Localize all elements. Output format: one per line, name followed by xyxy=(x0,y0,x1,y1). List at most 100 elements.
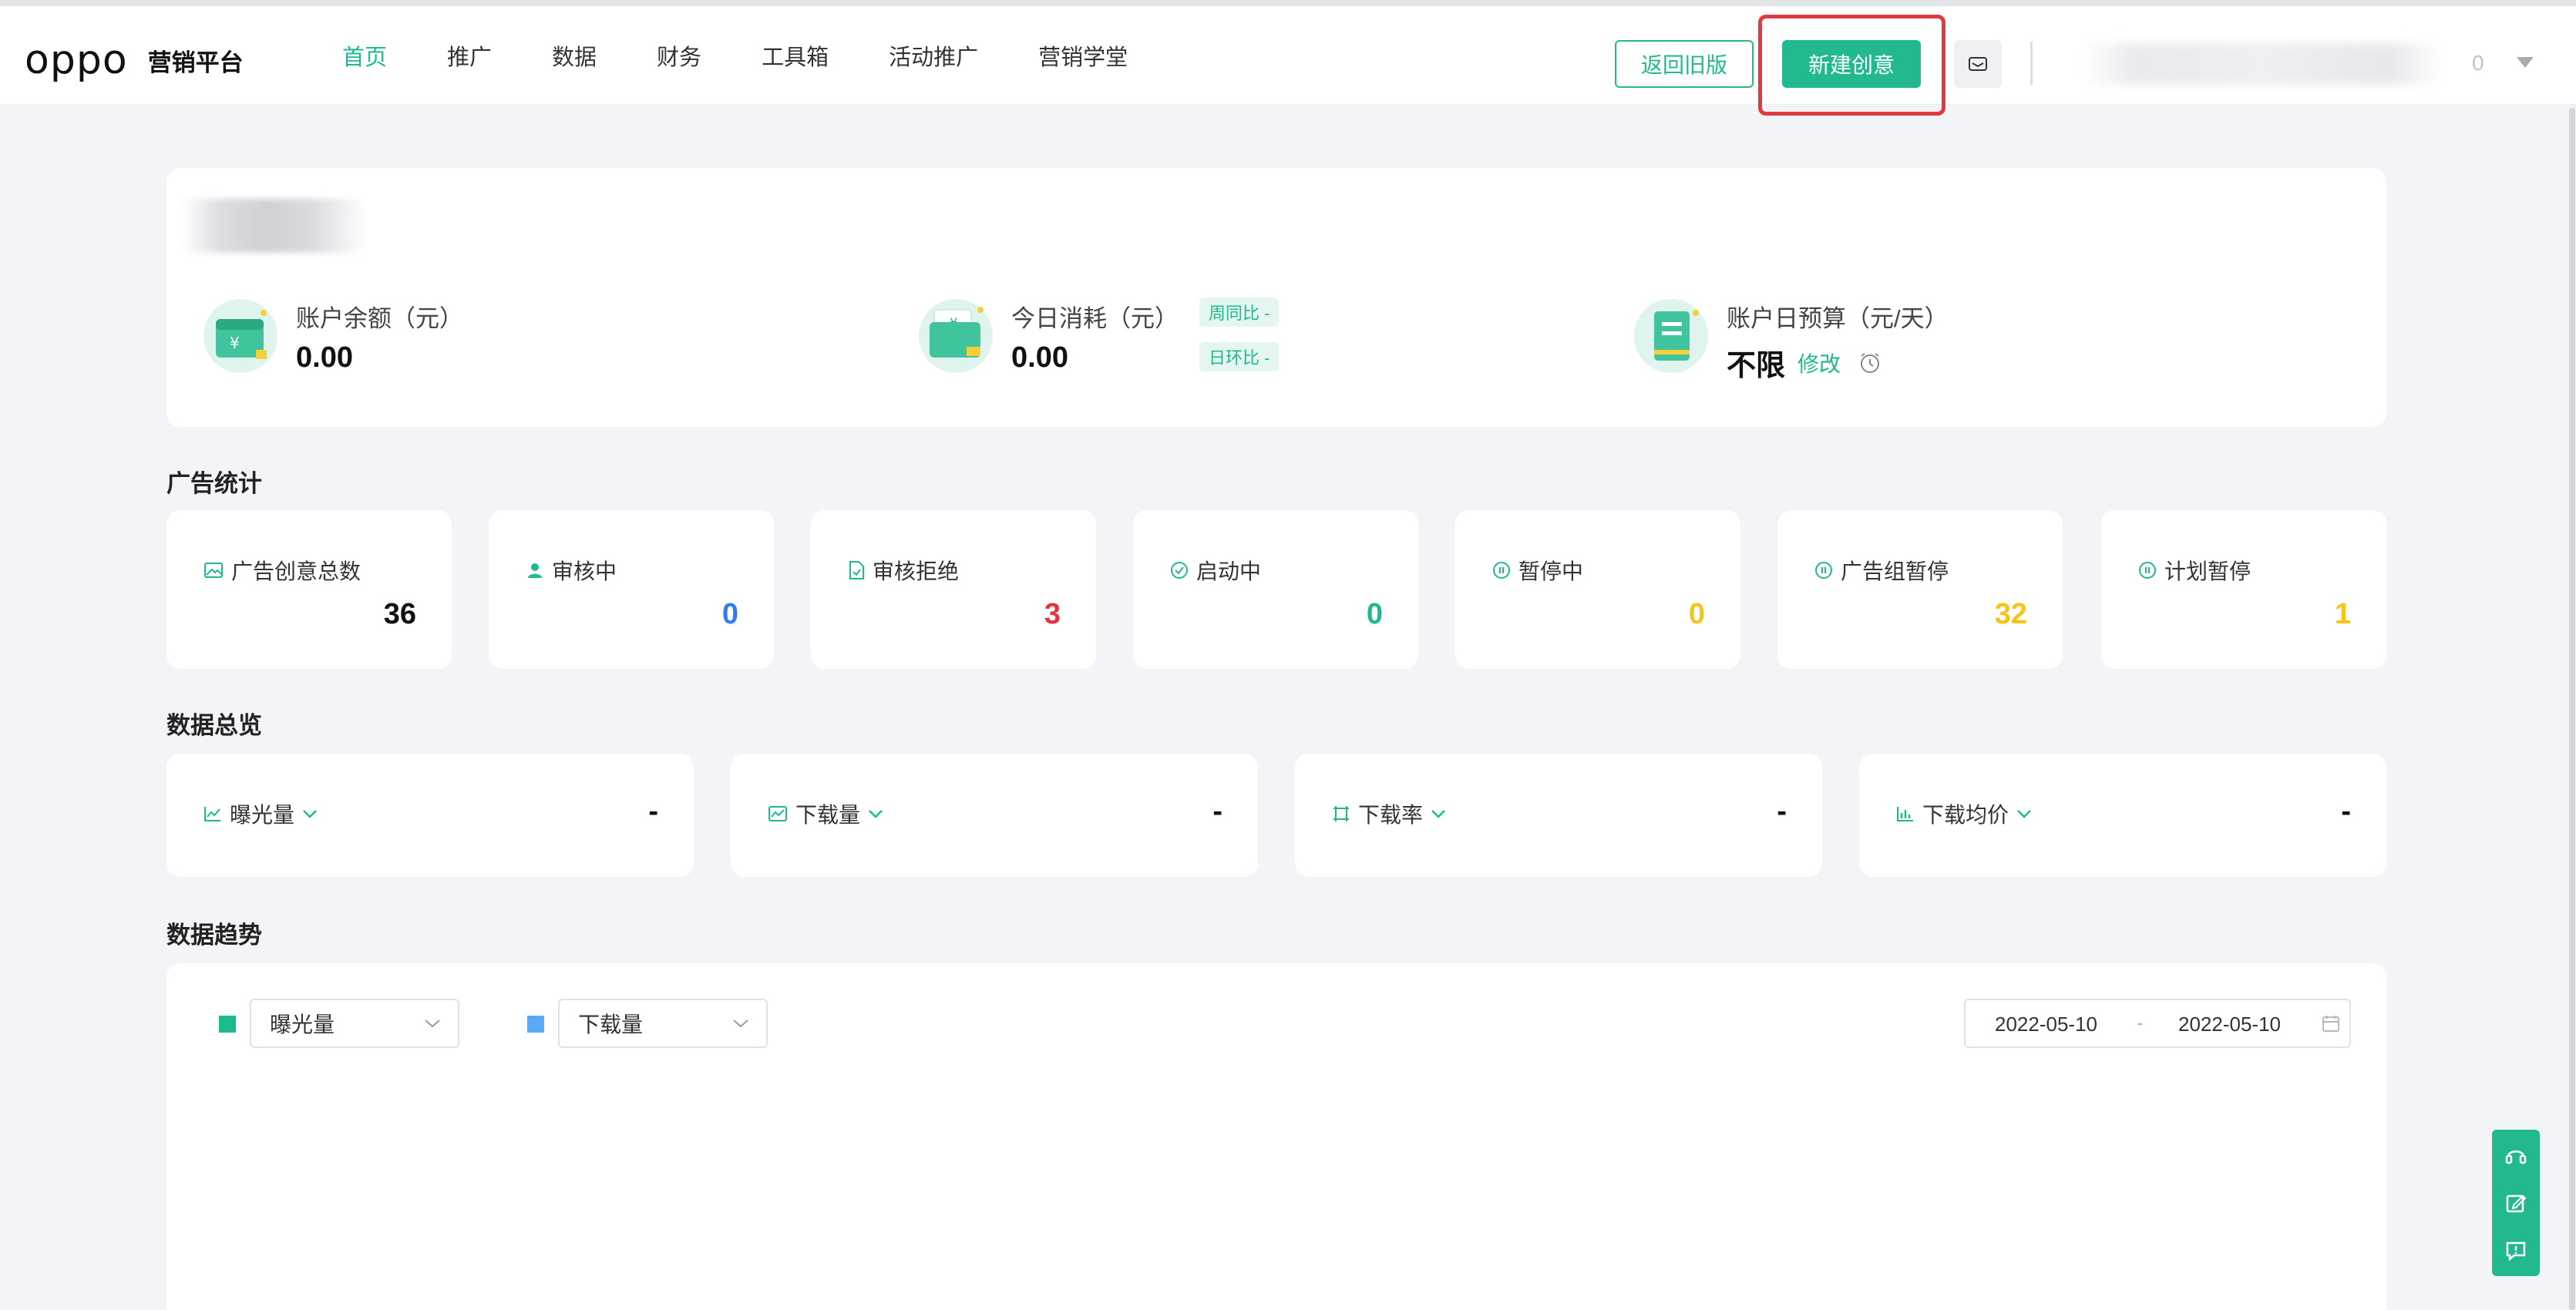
nav-item-activity[interactable]: 活动推广 xyxy=(889,39,978,72)
user-account-blurred[interactable] xyxy=(2081,43,2443,85)
highlight-box xyxy=(1758,15,1945,116)
overview-card-avg-price: 下载均价 - xyxy=(1859,754,2386,877)
stat-value: 3 xyxy=(1044,598,1061,630)
stat-value: 36 xyxy=(383,598,416,630)
file-icon xyxy=(849,561,864,579)
account-name-blurred xyxy=(182,199,367,253)
trend-title: 数据趋势 xyxy=(166,922,262,949)
notebook-icon xyxy=(1634,299,1708,373)
daily-budget-value: 不限 xyxy=(1727,350,1786,382)
stat-card-adgroup-paused[interactable]: 广告组暂停 32 xyxy=(1777,510,2063,669)
customer-service-button[interactable] xyxy=(2492,1131,2540,1179)
stat-value: 0 xyxy=(721,598,738,630)
overview-label: 下载量 xyxy=(795,803,861,827)
overview-metric-dropdown[interactable]: 下载量 xyxy=(768,798,883,829)
today-cost-value: 0.00 xyxy=(1011,341,1068,374)
main-nav: 首页 推广 数据 财务 工具箱 活动推广 营销学堂 xyxy=(342,6,1188,105)
overview-metric-dropdown[interactable]: 下载率 xyxy=(1332,798,1446,829)
trend-card: 曝光量 下载量 2022-05-10 - 2022-05-10 xyxy=(166,963,2386,1310)
daily-budget: 账户日预算（元/天） 不限 修改 xyxy=(1634,299,1949,384)
scrollbar-thumb[interactable] xyxy=(2569,108,2575,1310)
stat-label: 审核拒绝 xyxy=(873,559,960,583)
overview-metric-dropdown[interactable]: 曝光量 xyxy=(203,798,318,829)
metric2-select[interactable]: 下载量 xyxy=(558,999,768,1048)
stat-label: 计划暂停 xyxy=(2164,559,2251,583)
stat-card-rejected[interactable]: 审核拒绝 3 xyxy=(811,510,1096,669)
nav-item-academy[interactable]: 营销学堂 xyxy=(1038,39,1128,72)
overview-label: 下载率 xyxy=(1358,803,1424,827)
nav-item-data[interactable]: 数据 xyxy=(552,39,597,72)
metric2-legend-swatch xyxy=(527,1016,544,1033)
chevron-down-icon xyxy=(733,1019,748,1028)
overview-value: - xyxy=(1777,795,1787,828)
oppo-logo: oppo xyxy=(25,37,128,83)
stat-value: 0 xyxy=(1366,598,1383,630)
pause-circle-icon xyxy=(2139,562,2156,579)
overview-card-downloads: 下载量 - xyxy=(731,754,1258,877)
day-over-day-tag: 日环比 - xyxy=(1199,342,1280,371)
ad-stats-title: 广告统计 xyxy=(166,470,262,497)
nav-item-finance[interactable]: 财务 xyxy=(657,39,701,72)
wallet-icon: ¥ xyxy=(203,299,277,373)
overview-label: 曝光量 xyxy=(230,803,295,827)
feedback-edit-button[interactable] xyxy=(2492,1179,2540,1227)
overview-metric-dropdown[interactable]: 下载均价 xyxy=(1896,798,2032,829)
frame-icon xyxy=(1333,806,1349,821)
stat-card-paused[interactable]: 暂停中 0 xyxy=(1455,510,1740,669)
overview-label: 下载均价 xyxy=(1922,803,2009,827)
pause-circle-icon xyxy=(1815,562,1832,579)
user-count: 0 xyxy=(2472,51,2484,75)
stat-card-total-creatives[interactable]: 广告创意总数 36 xyxy=(166,510,452,669)
edit-budget-link[interactable]: 修改 xyxy=(1797,348,1841,378)
daily-budget-label: 账户日预算（元/天） xyxy=(1727,305,1949,332)
metric1-select-value: 曝光量 xyxy=(270,1013,335,1036)
account-summary-card: ¥ 账户余额（元） 0.00 ¥ 今日消耗（元） 0.00 周同比 - 日环比 … xyxy=(166,168,2386,427)
overview-card-impressions: 曝光量 - xyxy=(166,754,694,877)
top-border xyxy=(0,0,2576,6)
nav-item-home[interactable]: 首页 xyxy=(342,39,387,72)
chevron-down-icon xyxy=(869,810,883,818)
suggestion-button[interactable] xyxy=(2492,1227,2540,1275)
metric2-select-value: 下载量 xyxy=(578,1013,644,1036)
chevron-down-icon xyxy=(1431,810,1445,818)
edit-icon xyxy=(2506,1194,2527,1213)
metric1-select[interactable]: 曝光量 xyxy=(250,999,459,1048)
wallet-money-icon: ¥ xyxy=(919,299,993,373)
overview-title: 数据总览 xyxy=(166,712,262,739)
stat-label: 暂停中 xyxy=(1518,559,1584,583)
svg-text:¥: ¥ xyxy=(230,334,240,352)
platform-name: 营销平台 xyxy=(147,49,244,76)
metric1-legend-swatch xyxy=(219,1016,236,1033)
stat-value: 0 xyxy=(1688,598,1705,630)
balance-label: 账户余额（元） xyxy=(296,305,463,332)
overview-value: - xyxy=(2341,795,2351,828)
nav-item-promotion[interactable]: 推广 xyxy=(447,39,492,72)
stat-card-plan-paused[interactable]: 计划暂停 1 xyxy=(2101,510,2386,669)
area-chart-icon xyxy=(768,806,787,821)
date-end[interactable]: 2022-05-10 xyxy=(2178,1013,2281,1036)
week-over-week-tag: 周同比 - xyxy=(1199,297,1280,327)
chevron-down-icon xyxy=(2017,810,2031,818)
line-chart-icon xyxy=(204,807,220,821)
headset-icon xyxy=(2505,1150,2527,1164)
date-range-picker[interactable]: 2022-05-10 - 2022-05-10 xyxy=(1964,999,2351,1048)
image-icon xyxy=(204,563,223,578)
chevron-down-icon xyxy=(303,810,317,818)
stat-card-reviewing[interactable]: 审核中 0 xyxy=(489,510,774,669)
mail-icon xyxy=(1969,57,1987,71)
date-start[interactable]: 2022-05-10 xyxy=(1995,1013,2097,1036)
alarm-clock-icon[interactable] xyxy=(1858,351,1882,375)
caret-down-icon[interactable] xyxy=(2517,57,2534,68)
stat-label: 启动中 xyxy=(1196,559,1262,583)
back-to-old-version-button[interactable]: 返回旧版 xyxy=(1615,40,1754,88)
nav-item-toolbox[interactable]: 工具箱 xyxy=(762,39,829,72)
pause-circle-icon xyxy=(1493,562,1510,579)
overview-card-download-rate: 下载率 - xyxy=(1295,754,1822,877)
user-icon xyxy=(528,563,542,578)
stat-card-active[interactable]: 启动中 0 xyxy=(1133,510,1418,669)
message-button[interactable] xyxy=(1954,40,2002,88)
account-balance: ¥ 账户余额（元） 0.00 xyxy=(203,299,463,375)
stat-label: 广告组暂停 xyxy=(1841,559,1949,583)
logo[interactable]: oppo 营销平台 xyxy=(25,37,244,83)
calendar-icon xyxy=(2322,1016,2339,1032)
